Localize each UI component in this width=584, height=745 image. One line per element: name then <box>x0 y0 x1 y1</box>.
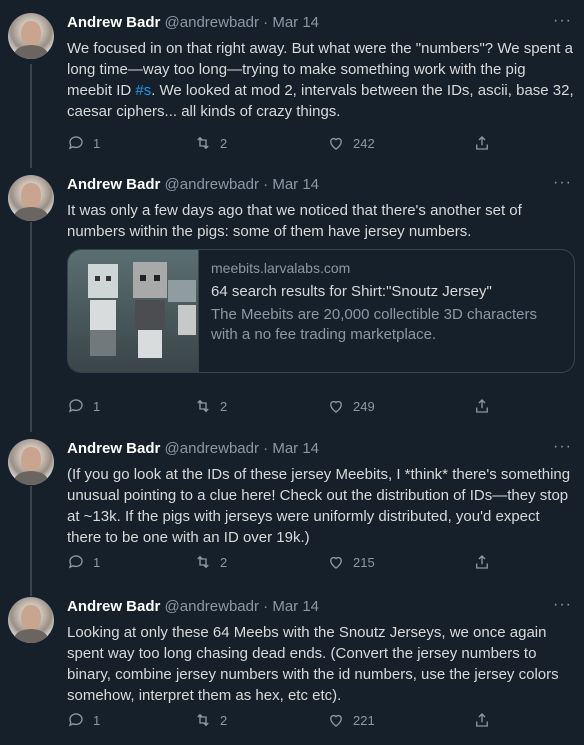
avatar[interactable] <box>8 13 54 59</box>
retweet-count: 2 <box>220 398 228 414</box>
like-icon <box>330 714 342 727</box>
like-count: 215 <box>353 554 375 570</box>
author-handle[interactable]: @andrewbadr <box>165 14 259 31</box>
more-options-icon[interactable]: ··· <box>553 174 572 192</box>
share-button[interactable] <box>473 396 491 416</box>
card-title: 64 search results for Shirt:"Snoutz Jers… <box>211 283 492 300</box>
tweet-header: Andrew Badr @andrewbadr · Mar 14 <box>67 175 572 195</box>
avatar[interactable] <box>8 597 54 643</box>
reply-count: 1 <box>93 398 101 414</box>
card-description: The Meebits are 20,000 collectible 3D ch… <box>211 306 538 343</box>
retweet-icon <box>197 555 209 569</box>
like-count: 242 <box>353 135 375 151</box>
reply-count: 1 <box>93 712 101 728</box>
hashtag-link[interactable]: #s <box>135 82 151 99</box>
more-options-icon[interactable]: ··· <box>553 438 572 456</box>
reply-button[interactable]: 1 <box>67 396 100 416</box>
reply-icon <box>68 555 83 569</box>
like-button[interactable]: 242 <box>327 133 375 153</box>
tweet-date[interactable]: Mar 14 <box>272 598 319 615</box>
share-icon <box>476 713 488 727</box>
tweet-header: Andrew Badr @andrewbadr · Mar 14 <box>67 597 572 617</box>
tweet-text: (If you go look at the IDs of these jers… <box>67 466 571 546</box>
tweet[interactable]: Andrew Badr @andrewbadr · Mar 14 ··· Loo… <box>0 596 584 737</box>
reply-count: 1 <box>93 554 101 570</box>
tweet-date[interactable]: Mar 14 <box>272 440 319 457</box>
tweet-date[interactable]: Mar 14 <box>272 14 319 31</box>
like-icon <box>330 137 342 150</box>
retweet-button[interactable]: 2 <box>194 133 227 153</box>
tweet[interactable]: Andrew Badr @andrewbadr · Mar 14 ··· (If… <box>0 438 584 579</box>
tweet-actions: 1 2 249 <box>67 396 537 416</box>
share-icon <box>476 555 488 569</box>
share-button[interactable] <box>473 552 491 572</box>
reply-button[interactable]: 1 <box>67 133 100 153</box>
separator: · <box>263 14 269 31</box>
avatar[interactable] <box>8 439 54 485</box>
separator: · <box>263 176 269 193</box>
tweet-text: We focused in on that right away. But wh… <box>67 38 574 122</box>
tweet-actions: 1 2 242 <box>67 133 537 153</box>
like-icon <box>330 556 342 569</box>
like-count: 221 <box>353 712 375 728</box>
reply-button[interactable]: 1 <box>67 710 100 730</box>
retweet-count: 2 <box>220 554 228 570</box>
tweet[interactable]: Andrew Badr @andrewbadr · Mar 14 ··· It … <box>0 174 584 425</box>
tweet-actions: 1 2 221 <box>67 710 537 730</box>
retweet-icon <box>197 399 209 413</box>
reply-icon <box>68 399 83 413</box>
retweet-icon <box>197 136 209 150</box>
tweet-actions: 1 2 215 <box>67 552 537 572</box>
separator: · <box>263 440 269 457</box>
retweet-button[interactable]: 2 <box>194 552 227 572</box>
like-button[interactable]: 249 <box>327 396 375 416</box>
link-card[interactable]: meebits.larvalabs.com 64 search results … <box>67 249 575 373</box>
like-count: 249 <box>353 398 375 414</box>
author-name[interactable]: Andrew Badr <box>67 598 160 615</box>
card-image <box>68 250 199 372</box>
retweet-icon <box>197 713 209 727</box>
tweet-date[interactable]: Mar 14 <box>272 176 319 193</box>
reply-button[interactable]: 1 <box>67 552 100 572</box>
share-icon <box>476 136 488 150</box>
like-button[interactable]: 215 <box>327 552 375 572</box>
reply-icon <box>68 713 83 727</box>
more-options-icon[interactable]: ··· <box>553 12 572 30</box>
author-handle[interactable]: @andrewbadr <box>165 598 259 615</box>
author-name[interactable]: Andrew Badr <box>67 440 160 457</box>
author-handle[interactable]: @andrewbadr <box>165 176 259 193</box>
retweet-button[interactable]: 2 <box>194 396 227 416</box>
tweet-text: Looking at only these 64 Meebs with the … <box>67 624 559 704</box>
like-button[interactable]: 221 <box>327 710 375 730</box>
tweet-header: Andrew Badr @andrewbadr · Mar 14 <box>67 439 572 459</box>
retweet-button[interactable]: 2 <box>194 710 227 730</box>
author-name[interactable]: Andrew Badr <box>67 176 160 193</box>
share-button[interactable] <box>473 133 491 153</box>
separator: · <box>263 598 269 615</box>
reply-icon <box>68 136 83 150</box>
author-handle[interactable]: @andrewbadr <box>165 440 259 457</box>
retweet-count: 2 <box>220 712 228 728</box>
share-button[interactable] <box>473 710 491 730</box>
share-icon <box>476 399 488 413</box>
card-domain: meebits.larvalabs.com <box>211 260 351 276</box>
more-options-icon[interactable]: ··· <box>553 596 572 614</box>
tweet-header: Andrew Badr @andrewbadr · Mar 14 <box>67 13 572 33</box>
avatar[interactable] <box>8 175 54 221</box>
tweet-text: It was only a few days ago that we notic… <box>67 202 522 240</box>
author-name[interactable]: Andrew Badr <box>67 14 160 31</box>
retweet-count: 2 <box>220 135 228 151</box>
reply-count: 1 <box>93 135 101 151</box>
tweet[interactable]: Andrew Badr @andrewbadr · Mar 14 ··· We … <box>0 12 584 163</box>
like-icon <box>330 400 342 413</box>
